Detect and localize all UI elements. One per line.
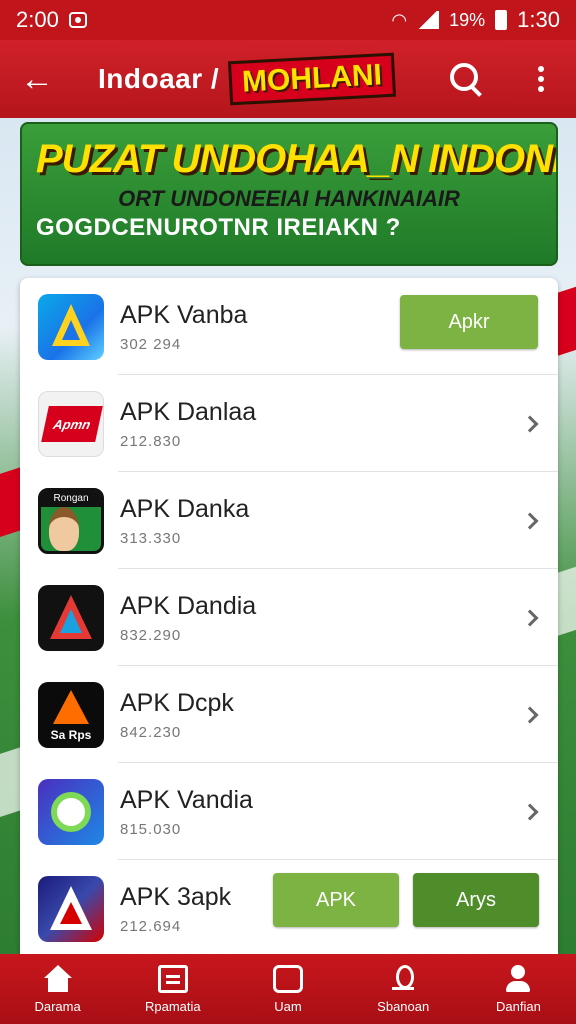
list-item[interactable]: Rongan APK Danka 313.330 — [20, 472, 558, 569]
list-item[interactable]: Apmn APK Danlaa 212.830 — [20, 375, 558, 472]
list-item[interactable]: APK Vanba 302 294 Apkr — [20, 278, 558, 375]
banner-tagline: GOGDCENUROTNR IREIAKN ? — [36, 214, 401, 241]
app-list: APK Vanba 302 294 Apkr Apmn APK Danlaa 2… — [20, 278, 558, 954]
home-icon — [43, 964, 73, 993]
app-name: APK Danlaa — [120, 398, 257, 426]
apk-button[interactable]: APK — [273, 873, 399, 927]
nav-item-rpamatia[interactable]: Rpamatia — [115, 954, 230, 1024]
app-name: APK 3apk — [120, 883, 232, 911]
search-icon[interactable] — [446, 59, 486, 99]
nav-item-uam[interactable]: Uam — [230, 954, 345, 1024]
apk-dandia-icon — [38, 584, 104, 651]
app-bar: ← Indoaar / MOHLANI — [0, 40, 576, 118]
nav-item-darama[interactable]: Darama — [0, 954, 115, 1024]
app-title-text: Indoaar / — [98, 63, 220, 94]
app-meta: 212.830 — [120, 433, 182, 450]
app-meta: 832.290 — [120, 627, 182, 644]
app-meta: 212.694 — [120, 918, 182, 935]
apk-dcpk-icon: Sa Rps — [38, 681, 104, 748]
nav-item-danfian[interactable]: Danfian — [461, 954, 576, 1024]
apk-vanba-icon — [38, 293, 104, 360]
list-item[interactable]: Sa Rps APK Dcpk 842.230 — [20, 666, 558, 763]
app-meta: 313.330 — [120, 530, 182, 547]
app-meta: 815.030 — [120, 821, 182, 838]
nav-label: Uam — [274, 998, 302, 1014]
apps-button[interactable]: Arys — [413, 873, 539, 927]
document-icon — [157, 964, 188, 993]
nav-label: Sbanoan — [377, 998, 430, 1014]
apk-3apk-icon — [38, 875, 104, 942]
signal-icon — [417, 11, 440, 29]
list-item[interactable]: APK 3apk 212.694 APK Arys — [20, 860, 558, 954]
notification-icon — [68, 12, 87, 28]
status-clock-right: 1:30 — [517, 7, 560, 32]
status-time: 2:00 — [16, 7, 59, 32]
wifi-icon: ◠ — [391, 9, 408, 30]
app-name: APK Dcpk — [120, 689, 234, 717]
status-bar: 2:00 ◠ 19% 1:30 — [0, 0, 576, 40]
chevron-right-icon — [521, 803, 539, 820]
more-vert-icon[interactable] — [526, 66, 556, 92]
arrow-left-icon[interactable]: ← — [20, 60, 60, 99]
app-title: Indoaar / MOHLANI — [98, 52, 397, 106]
chevron-right-icon — [521, 512, 539, 529]
app-name: APK Vanba — [120, 301, 248, 329]
install-button[interactable]: Apkr — [400, 295, 538, 349]
chevron-right-icon — [521, 415, 539, 432]
list-item[interactable]: APK Dandia 832.290 — [20, 569, 558, 666]
apk-vandia-icon — [38, 778, 104, 845]
app-name: APK Vandia — [120, 786, 253, 814]
nav-label: Darama — [34, 998, 81, 1014]
apk-danlaa-icon: Apmn — [38, 390, 104, 457]
pin-icon — [388, 964, 418, 993]
apk-danka-icon: Rongan — [38, 487, 104, 554]
app-title-badge: MOHLANI — [228, 52, 397, 106]
promo-banner[interactable]: PUZAT UNDOHAA_N INDONESIA ORT UNDONEEIAI… — [20, 122, 558, 266]
banner-headline: PUZAT UNDOHAA_N INDONESIA — [36, 137, 556, 181]
chevron-right-icon — [521, 706, 539, 723]
app-meta: 842.230 — [120, 724, 182, 741]
app-meta: 302 294 — [120, 336, 182, 353]
nav-label: Rpamatia — [144, 998, 201, 1014]
square-icon — [273, 964, 303, 993]
list-item[interactable]: APK Vandia 815.030 — [20, 763, 558, 860]
banner-subline: ORT UNDONEEIAI HANKINAIAIR — [118, 186, 460, 211]
app-name: APK Dandia — [120, 592, 257, 620]
battery-percent: 19% — [449, 9, 486, 30]
app-name: APK Danka — [120, 495, 250, 523]
battery-icon — [495, 10, 508, 30]
user-icon — [503, 964, 533, 993]
bottom-nav: Darama Rpamatia Uam Sbanoan Danfian — [0, 954, 576, 1024]
chevron-right-icon — [521, 609, 539, 626]
nav-label: Danfian — [496, 998, 541, 1014]
nav-item-sbanoan[interactable]: Sbanoan — [346, 954, 461, 1024]
